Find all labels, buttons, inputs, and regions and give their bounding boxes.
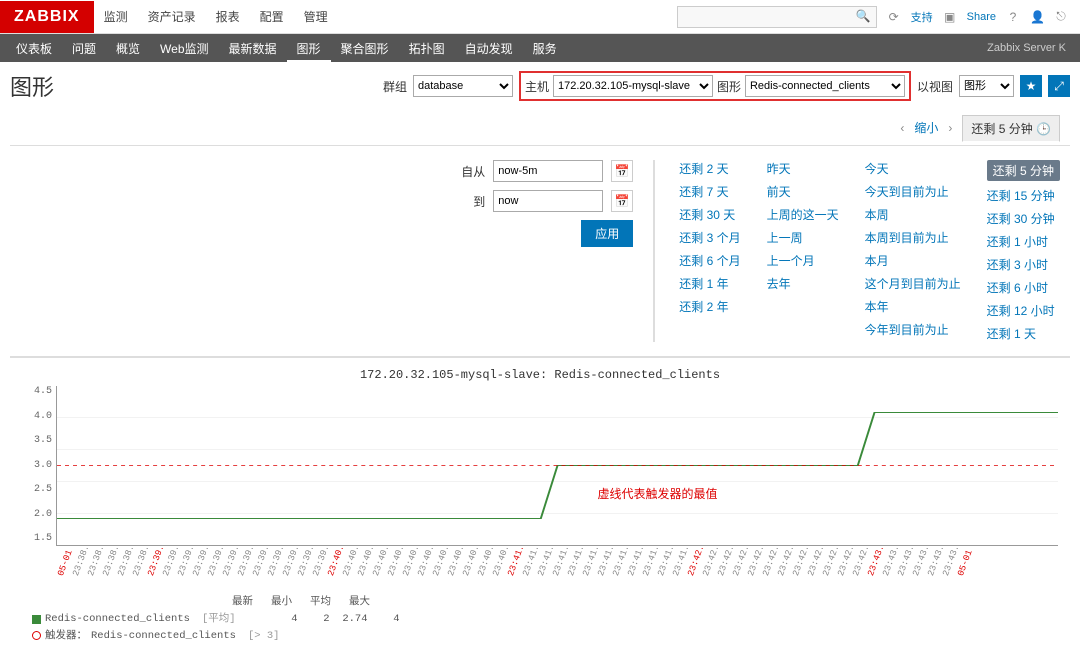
time-preset-link[interactable]: 还剩 15 分钟 (987, 187, 1060, 204)
subnav-item[interactable]: 最新数据 (219, 34, 287, 63)
time-preset-link[interactable]: 昨天 (767, 160, 839, 177)
view-label: 以视图 (917, 78, 953, 95)
legend-color-icon (32, 615, 41, 624)
search-icon[interactable]: 🔍 (856, 9, 871, 23)
topnav-item[interactable]: 资产记录 (138, 0, 206, 34)
time-preset-link[interactable]: 还剩 30 分钟 (987, 210, 1060, 227)
group-label: 群组 (383, 78, 407, 95)
chart-y-axis: 4.54.03.53.02.52.01.5 (22, 386, 56, 546)
host-select[interactable]: 172.20.32.105-mysql-slave (553, 75, 713, 97)
apply-button[interactable]: 应用 (581, 220, 633, 247)
legend-series: Redis-connected_clients (45, 611, 190, 628)
share-link[interactable]: Share (967, 11, 996, 23)
topnav-item[interactable]: 配置 (250, 0, 294, 34)
time-preset-link[interactable]: 这个月到目前为止 (865, 275, 961, 292)
time-prev-icon[interactable]: ‹ (900, 121, 904, 135)
chart-x-axis: 05-01 23:3823:38:3523:38:4023:38:4523:38… (56, 548, 1058, 584)
calendar-icon[interactable]: 📅 (611, 190, 633, 212)
to-input[interactable] (493, 190, 603, 212)
host-label: 主机 (525, 78, 549, 95)
time-preset-link[interactable]: 今年到目前为止 (865, 321, 961, 338)
topnav-item[interactable]: 监测 (94, 0, 138, 34)
chart-legend: 最新最小平均最大 Redis-connected_clients [平均] 4 … (32, 594, 1058, 644)
server-name: Zabbix Server K (987, 42, 1074, 54)
page-title: 图形 (10, 70, 54, 102)
topnav-item[interactable]: 报表 (206, 0, 250, 34)
favorite-button[interactable]: ★ (1020, 75, 1042, 97)
subnav-item[interactable]: 图形 (287, 34, 331, 63)
time-preset-link[interactable]: 本周 (865, 206, 961, 223)
time-preset-link[interactable]: 上一个月 (767, 252, 839, 269)
time-preset-link[interactable]: 还剩 1 小时 (987, 233, 1060, 250)
sub-menu-bar: 仪表板问题概览Web监测最新数据图形聚合图形拓扑图自动发现服务 Zabbix S… (0, 34, 1080, 62)
view-select[interactable]: 图形 (959, 75, 1014, 97)
time-preset-link[interactable]: 上一周 (767, 229, 839, 246)
support-link[interactable]: 支持 (911, 9, 933, 25)
time-preset-link[interactable]: 今天 (865, 160, 961, 177)
time-active-tab[interactable]: 还剩 5 分钟 🕒 (962, 115, 1060, 142)
top-menu-bar: ZABBIX 监测资产记录报表配置管理 🔍 ⟳ 支持 ▣ Share ? 👤 ⎋ (0, 0, 1080, 34)
subnav-item[interactable]: 概览 (106, 34, 150, 63)
subnav-item[interactable]: 服务 (523, 34, 567, 63)
global-search-input[interactable] (677, 6, 877, 28)
legend-trigger-icon (32, 631, 41, 640)
time-preset-link[interactable]: 本月 (865, 252, 961, 269)
support-icon[interactable]: ⟳ (887, 10, 901, 24)
time-preset-link[interactable]: 还剩 7 天 (679, 183, 740, 200)
chart-container: 172.20.32.105-mysql-slave: Redis-connect… (10, 358, 1070, 654)
time-next-icon[interactable]: › (948, 121, 952, 135)
logo: ZABBIX (0, 1, 94, 33)
time-preset-link[interactable]: 前天 (767, 183, 839, 200)
calendar-icon[interactable]: 📅 (611, 160, 633, 182)
subnav-item[interactable]: 拓扑图 (399, 34, 455, 63)
time-preset-link[interactable]: 还剩 30 天 (679, 206, 740, 223)
subnav-item[interactable]: 问题 (62, 34, 106, 63)
graph-label: 图形 (717, 78, 741, 95)
time-preset-link[interactable]: 还剩 6 个月 (679, 252, 740, 269)
time-preset-link[interactable]: 还剩 2 天 (679, 160, 740, 177)
page-title-bar: 图形 群组 database 主机 172.20.32.105-mysql-sl… (10, 70, 1070, 102)
highlight-box: 主机 172.20.32.105-mysql-slave 图形 Redis-co… (519, 71, 911, 101)
time-preset-link[interactable]: 还剩 5 分钟 (987, 160, 1060, 181)
time-preset-link[interactable]: 今天到目前为止 (865, 183, 961, 200)
help-icon[interactable]: ? (1006, 10, 1020, 24)
logout-icon[interactable]: ⎋ (1054, 9, 1068, 24)
time-preset-link[interactable]: 本年 (865, 298, 961, 315)
chart-title: 172.20.32.105-mysql-slave: Redis-connect… (22, 368, 1058, 382)
time-shrink-tab[interactable]: 缩小 (914, 119, 938, 136)
time-preset-link[interactable]: 本周到目前为止 (865, 229, 961, 246)
subnav-item[interactable]: 聚合图形 (331, 34, 399, 63)
top-nav: 监测资产记录报表配置管理 (94, 0, 338, 34)
subnav-item[interactable]: 自动发现 (455, 34, 523, 63)
to-label: 到 (473, 193, 485, 210)
time-preset-link[interactable]: 上周的这一天 (767, 206, 839, 223)
time-preset-link[interactable]: 还剩 2 年 (679, 298, 740, 315)
time-preset-link[interactable]: 去年 (767, 275, 839, 292)
chart-annotation: 虚线代表触发器的最值 (598, 485, 718, 502)
subnav-item[interactable]: 仪表板 (6, 34, 62, 63)
chart-plot[interactable]: 虚线代表触发器的最值 (56, 386, 1058, 546)
time-preset-link[interactable]: 还剩 3 个月 (679, 229, 740, 246)
share-icon[interactable]: ▣ (943, 10, 957, 24)
subnav-item[interactable]: Web监测 (150, 34, 218, 63)
time-preset-link[interactable]: 还剩 12 小时 (987, 302, 1060, 319)
time-panel: ‹ 缩小 › 还剩 5 分钟 🕒 自从 📅 到 📅 应用 还剩 2 天还剩 7 … (10, 110, 1070, 358)
topnav-item[interactable]: 管理 (294, 0, 338, 34)
clock-icon: 🕒 (1036, 122, 1051, 136)
graph-select[interactable]: Redis-connected_clients (745, 75, 905, 97)
time-preset-link[interactable]: 还剩 6 小时 (987, 279, 1060, 296)
time-preset-link[interactable]: 还剩 1 年 (679, 275, 740, 292)
from-label: 自从 (461, 163, 485, 180)
time-preset-link[interactable]: 还剩 3 小时 (987, 256, 1060, 273)
user-icon[interactable]: 👤 (1030, 10, 1044, 24)
group-select[interactable]: database (413, 75, 513, 97)
from-input[interactable] (493, 160, 603, 182)
time-preset-link[interactable]: 还剩 1 天 (987, 325, 1060, 342)
fullscreen-button[interactable]: ⤢ (1048, 75, 1070, 97)
